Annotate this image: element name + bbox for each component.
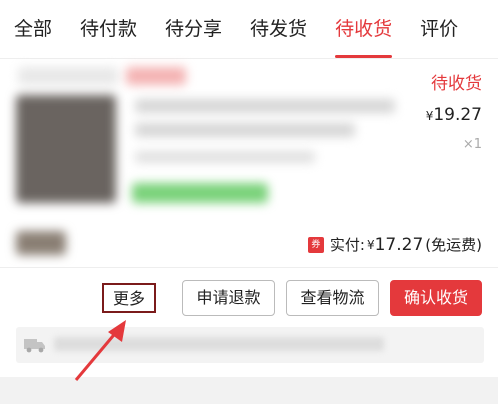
product-tag-redacted — [132, 183, 268, 203]
product-title-redacted-2 — [135, 123, 355, 137]
tab-pending-shipment[interactable]: 待发货 — [250, 0, 307, 58]
tab-pending-share[interactable]: 待分享 — [165, 0, 222, 58]
refund-button[interactable]: 申请退款 — [182, 280, 275, 316]
tab-pending-payment[interactable]: 待付款 — [80, 0, 137, 58]
order-tabs: 全部 待付款 待分享 待发货 待收货 评价 — [0, 0, 498, 58]
item-quantity: ×1 — [462, 137, 482, 152]
paid-summary: 券 实付: ¥ 17.27 (免运费) — [307, 234, 482, 255]
tab-pending-receipt[interactable]: 待收货 — [335, 0, 393, 58]
confirm-receipt-button[interactable]: 确认收货 — [390, 280, 482, 316]
shop-name-redacted — [18, 67, 118, 85]
track-shipment-button[interactable]: 查看物流 — [286, 280, 379, 316]
coupon-icon: 券 — [307, 236, 324, 253]
product-title-redacted[interactable] — [135, 99, 395, 113]
shipping-note: (免运费) — [425, 236, 482, 254]
gift-image-redacted — [16, 231, 66, 255]
product-image-redacted[interactable] — [16, 95, 116, 203]
paid-currency-symbol: ¥ — [366, 237, 375, 252]
truck-icon — [24, 339, 45, 353]
paid-label: 实付: — [329, 236, 365, 254]
card-divider — [0, 267, 498, 268]
order-status: 待收货 — [431, 74, 482, 94]
tab-review[interactable]: 评价 — [420, 0, 458, 58]
tab-all[interactable]: 全部 — [14, 0, 52, 58]
item-price: ¥19.27 — [426, 105, 482, 125]
item-price-value: 19.27 — [433, 105, 482, 125]
more-button[interactable]: 更多 — [102, 283, 156, 313]
product-spec-redacted — [135, 151, 315, 163]
paid-amount: 17.27 — [374, 234, 424, 255]
arrow-icon — [74, 320, 126, 381]
shop-badge-redacted — [126, 67, 186, 85]
